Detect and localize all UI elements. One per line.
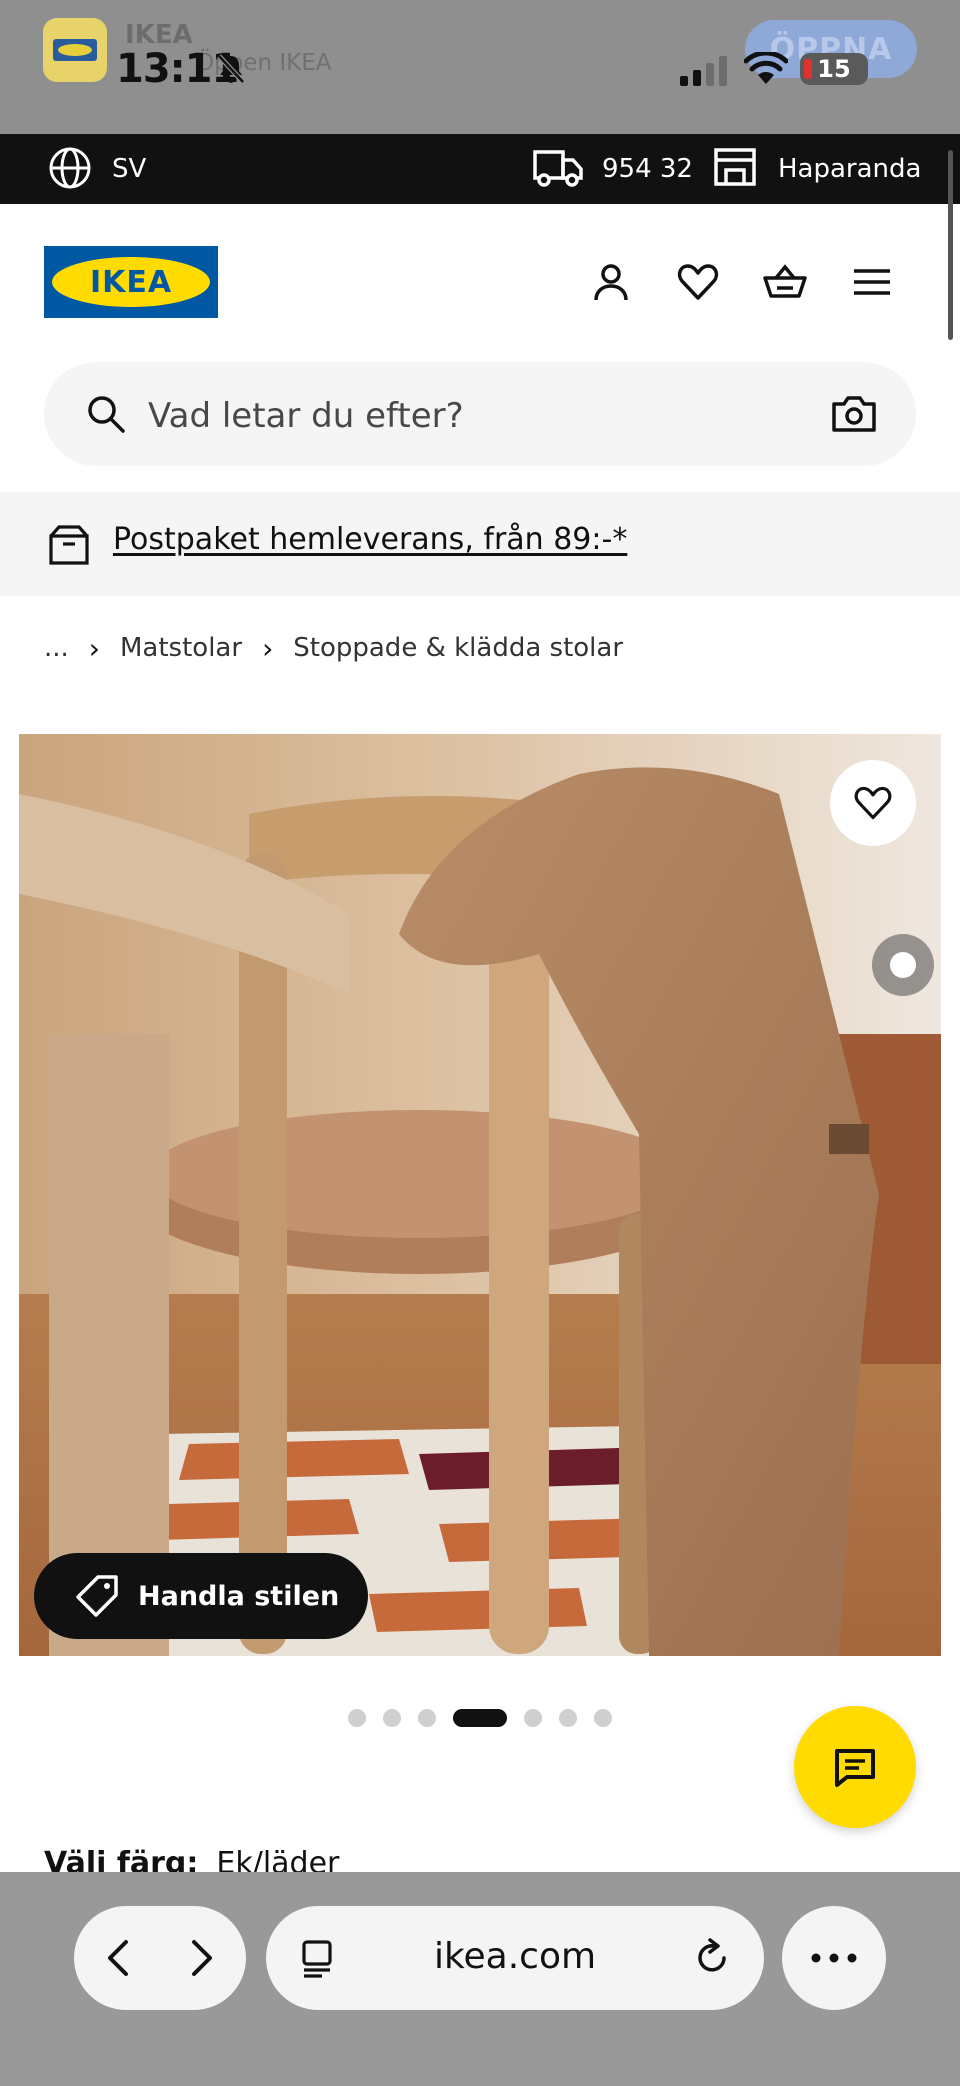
store-icon[interactable] xyxy=(712,144,758,190)
cellular-signal-icon xyxy=(680,56,727,86)
breadcrumb-ellipsis[interactable]: ... xyxy=(44,633,69,663)
product-image[interactable] xyxy=(19,734,941,1656)
bell-muted-icon xyxy=(217,54,245,84)
search-icon xyxy=(88,396,125,433)
language-selector[interactable]: SV xyxy=(112,154,146,184)
carousel-dot[interactable] xyxy=(383,1709,401,1727)
utility-bar: SV 954 32 Haparanda xyxy=(0,134,960,204)
user-icon[interactable] xyxy=(589,260,633,304)
delivery-truck-icon[interactable] xyxy=(532,144,584,190)
browser-nav-buttons xyxy=(74,1906,246,2010)
shop-the-style-button[interactable]: Handla stilen xyxy=(34,1553,368,1639)
carousel-indicator xyxy=(348,1708,629,1728)
app-banner: IKEA Öppen IKEA ÖPPNA 13:11 15 xyxy=(0,0,960,134)
chevron-right-icon: › xyxy=(262,631,274,665)
globe-icon[interactable] xyxy=(48,146,92,190)
chat-icon xyxy=(835,1749,875,1787)
cart-icon[interactable] xyxy=(763,260,807,304)
address-bar[interactable]: ikea.com xyxy=(266,1906,764,2010)
reload-icon[interactable] xyxy=(690,1936,734,1980)
carousel-dot[interactable] xyxy=(348,1709,366,1727)
parcel-icon xyxy=(49,525,89,565)
delivery-promo-banner: Postpaket hemleverans, från 89:-* xyxy=(0,492,960,596)
delivery-promo-link[interactable]: Postpaket hemleverans, från 89:-* xyxy=(113,522,627,557)
store-name[interactable]: Haparanda xyxy=(778,154,921,184)
chat-button[interactable] xyxy=(794,1706,916,1828)
forward-arrow-icon[interactable] xyxy=(176,1934,224,1982)
heart-icon[interactable] xyxy=(676,260,720,304)
carousel-dot[interactable] xyxy=(418,1709,436,1727)
menu-icon[interactable] xyxy=(850,260,894,304)
breadcrumb-item-current[interactable]: Stoppade & klädda stolar xyxy=(293,633,623,663)
search-placeholder: Vad letar du efter? xyxy=(148,396,464,436)
back-arrow-icon[interactable] xyxy=(96,1934,144,1982)
breadcrumb: ... › Matstolar › Stoppade & klädda stol… xyxy=(44,628,623,668)
camera-search-icon[interactable] xyxy=(830,392,878,436)
carousel-dot[interactable] xyxy=(524,1709,542,1727)
product-hotspot[interactable] xyxy=(872,934,934,996)
search-input[interactable]: Vad letar du efter? xyxy=(44,362,916,466)
heart-icon xyxy=(854,786,892,820)
scrollbar[interactable] xyxy=(948,150,953,340)
browser-toolbar: ikea.com xyxy=(0,1872,960,2086)
wifi-icon xyxy=(744,52,788,84)
logo-text: IKEA xyxy=(89,264,173,300)
chair-photo-illustration xyxy=(19,734,941,1656)
chevron-right-icon: › xyxy=(88,631,100,665)
breadcrumb-item-matstolar[interactable]: Matstolar xyxy=(120,633,242,663)
price-tag-icon xyxy=(76,1575,118,1617)
ikea-app-icon[interactable] xyxy=(43,18,107,82)
ikea-logo[interactable]: IKEA xyxy=(44,246,218,318)
battery-indicator: 15 xyxy=(800,53,868,85)
carousel-dot[interactable] xyxy=(594,1709,612,1727)
ellipsis-icon xyxy=(811,1953,857,1963)
shop-the-style-label: Handla stilen xyxy=(138,1580,340,1612)
carousel-dot[interactable] xyxy=(559,1709,577,1727)
carousel-dot-active[interactable] xyxy=(453,1709,507,1727)
save-to-favourites-button[interactable] xyxy=(830,760,916,846)
more-options-button[interactable] xyxy=(782,1906,886,2010)
postal-code[interactable]: 954 32 xyxy=(602,154,693,184)
